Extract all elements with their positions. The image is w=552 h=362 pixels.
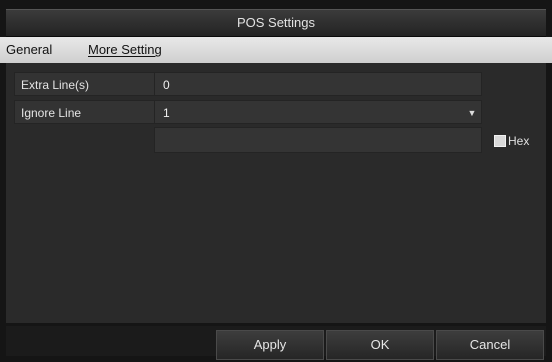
- ignore-line-select[interactable]: 1 ▼: [154, 100, 482, 124]
- extra-lines-value: 0: [163, 78, 170, 92]
- tab-bar: General More Setting: [0, 37, 552, 63]
- dialog-title: POS Settings: [6, 9, 546, 37]
- extra-lines-input[interactable]: 0: [154, 72, 482, 96]
- chevron-down-icon: ▼: [467, 108, 477, 118]
- hex-label: Hex: [508, 134, 530, 148]
- pos-settings-dialog: POS Settings General More Setting Extra …: [0, 0, 552, 362]
- apply-button[interactable]: Apply: [216, 330, 324, 360]
- ignore-text-input[interactable]: [154, 127, 482, 153]
- button-bar: Apply OK Cancel: [6, 326, 546, 360]
- extra-lines-label: Extra Line(s): [14, 72, 160, 96]
- ignore-line-value: 1: [163, 106, 170, 120]
- settings-panel: Extra Line(s) 0 Ignore Line 1 ▼ Hex: [6, 63, 546, 323]
- ignore-line-label: Ignore Line: [14, 100, 160, 124]
- tab-general[interactable]: General: [6, 37, 52, 63]
- tab-more-setting[interactable]: More Setting: [88, 37, 162, 63]
- cancel-button[interactable]: Cancel: [436, 330, 544, 360]
- hex-option[interactable]: Hex: [494, 133, 529, 149]
- hex-checkbox[interactable]: [494, 135, 506, 147]
- ok-button[interactable]: OK: [326, 330, 434, 360]
